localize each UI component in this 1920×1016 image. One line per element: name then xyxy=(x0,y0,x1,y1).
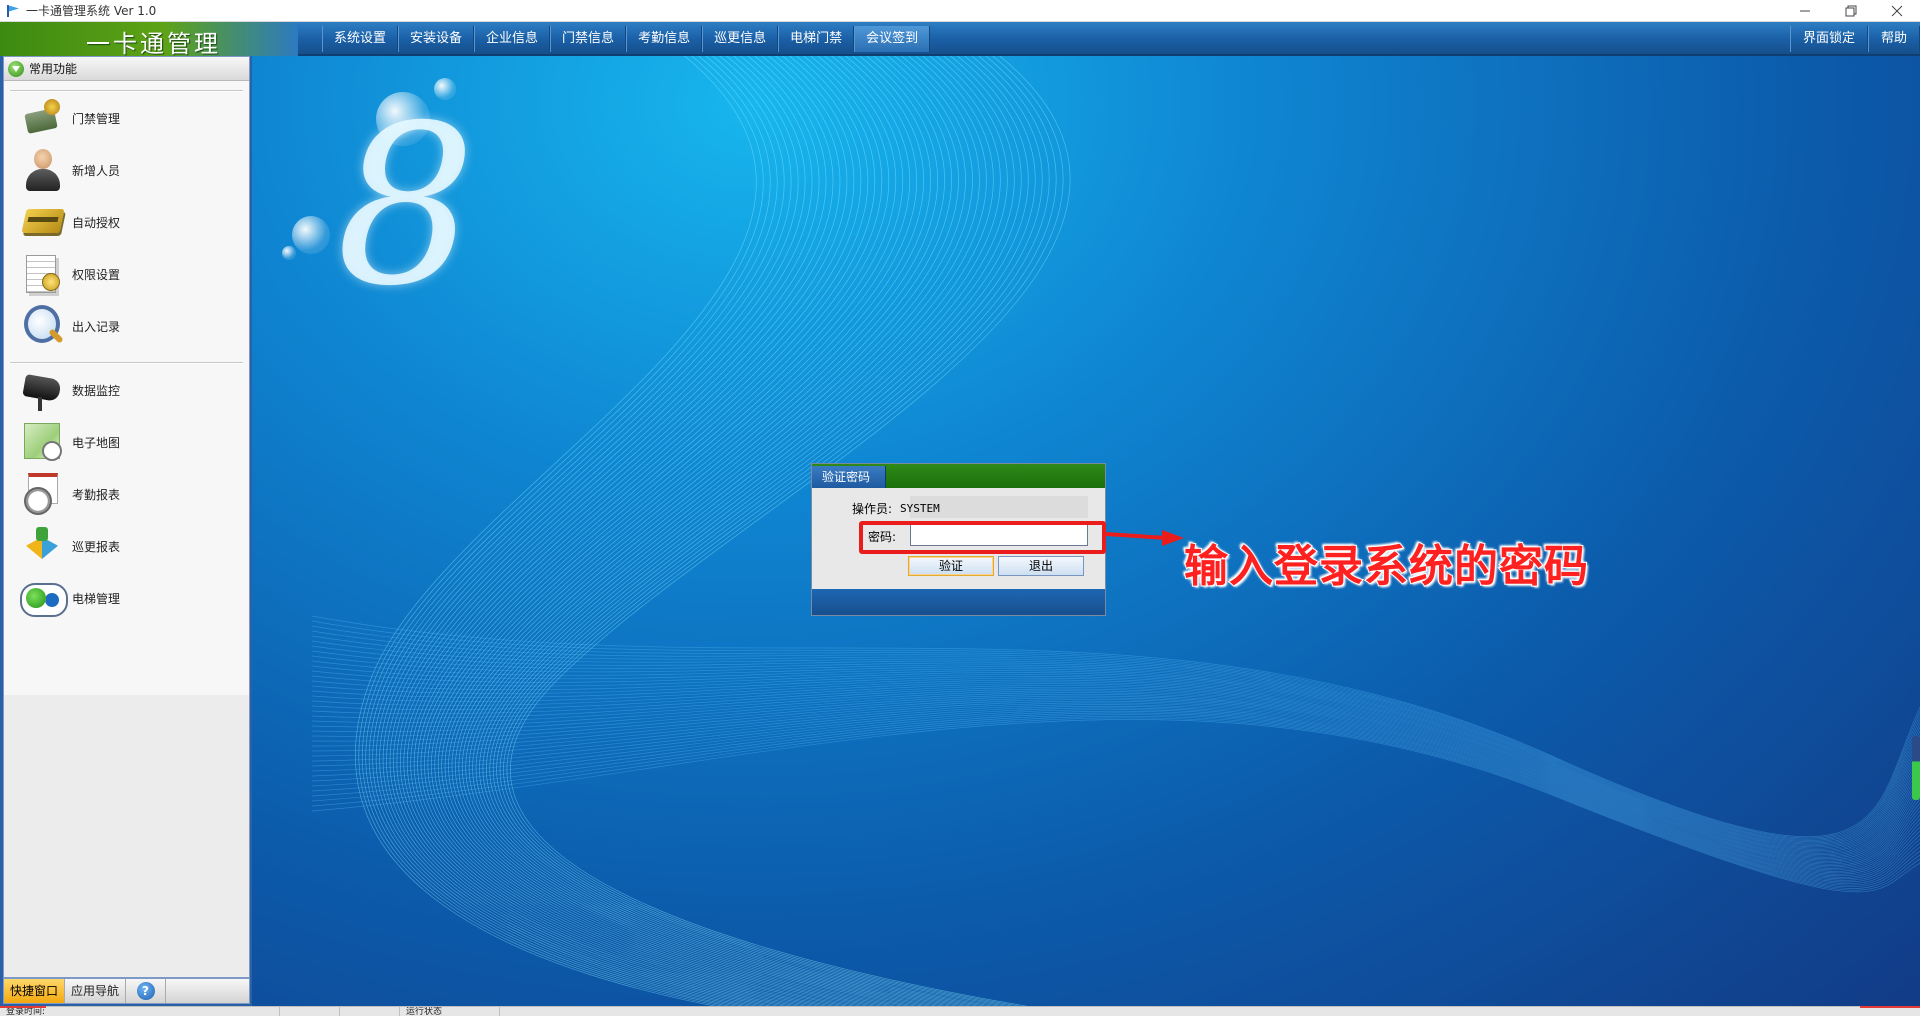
sidebar-item-label: 门禁管理 xyxy=(72,111,121,126)
wave-line xyxy=(311,709,1920,883)
operator-label: 操作员: xyxy=(852,502,893,516)
main-workspace: 8 验证密码 操作员: SYSTEM 密码: 验证 退出 输入登录系统的密码 xyxy=(252,56,1920,1006)
menu-help[interactable]: 帮助 xyxy=(1867,26,1920,52)
menu-door-info[interactable]: 门禁信息 xyxy=(550,26,627,52)
bubble-decoration xyxy=(282,246,296,260)
sidebar-panel: 常用功能 门禁管理 新增人员 自动授权 权限设置 出入记录 数据监控 电子地图 … xyxy=(3,56,250,978)
document-icon xyxy=(20,251,66,297)
dialog-tab-verify-password[interactable]: 验证密码 xyxy=(812,466,886,488)
status-cell xyxy=(340,1007,400,1016)
verify-button[interactable]: 验证 xyxy=(908,556,994,576)
close-button[interactable] xyxy=(1874,0,1920,22)
wave-line xyxy=(311,615,1920,838)
menu-attendance-info[interactable]: 考勤信息 xyxy=(626,26,703,52)
door-access-icon xyxy=(20,95,66,141)
sidebar-item-label: 出入记录 xyxy=(72,319,121,334)
menu-lock-screen[interactable]: 界面锁定 xyxy=(1789,26,1868,52)
minimize-icon xyxy=(1800,10,1810,12)
sidebar-item-label: 考勤报表 xyxy=(72,487,121,502)
wave-line xyxy=(311,712,1920,886)
map-icon xyxy=(20,419,66,465)
wave-line xyxy=(311,719,1920,893)
dialog-footer xyxy=(812,589,1105,615)
window-controls xyxy=(1782,0,1920,22)
menu-patrol-info[interactable]: 巡更信息 xyxy=(702,26,779,52)
tab-help[interactable]: ? xyxy=(126,979,167,1003)
sidebar-item-auto-authorize[interactable]: 自动授权 xyxy=(4,196,249,248)
menu-company-info[interactable]: 企业信息 xyxy=(474,26,551,52)
minimize-button[interactable] xyxy=(1782,0,1828,22)
status-cell xyxy=(280,1007,340,1016)
edge-scroll-indicator[interactable] xyxy=(1912,736,1920,800)
status-login-time: 登录时间: xyxy=(0,1007,280,1016)
camera-icon xyxy=(20,367,66,413)
wave-line xyxy=(407,56,862,1006)
menu-meeting-signin[interactable]: 会议签到 xyxy=(854,26,931,52)
clock-icon xyxy=(20,471,66,517)
menu-elevator-access[interactable]: 电梯门禁 xyxy=(778,26,855,52)
sidebar-item-label: 电梯管理 xyxy=(72,591,121,606)
tab-app-navigation[interactable]: 应用导航 xyxy=(65,979,127,1003)
brand-logo-8: 8 xyxy=(336,78,476,334)
window-titlebar: 一卡通管理系统 Ver 1.0 xyxy=(0,0,1920,22)
wave-line xyxy=(311,715,1920,889)
menu-right: 界面锁定 帮助 xyxy=(1789,26,1920,52)
menu-system-settings[interactable]: 系统设置 xyxy=(322,26,399,52)
menu-bar: 一卡通管理 系统设置 安装设备 企业信息 门禁信息 考勤信息 巡更信息 电梯门禁… xyxy=(0,22,1920,58)
menu-install-devices[interactable]: 安装设备 xyxy=(398,26,475,52)
sidebar-list: 门禁管理 新增人员 自动授权 权限设置 出入记录 数据监控 电子地图 考勤报表 … xyxy=(4,90,249,624)
bubble-decoration xyxy=(292,216,330,254)
sidebar-title: 常用功能 xyxy=(29,62,78,76)
app-flag-icon xyxy=(6,4,20,17)
sidebar-item-label: 权限设置 xyxy=(72,267,121,282)
status-indicator xyxy=(1860,1006,1920,1008)
status-run-state: 运行状态 xyxy=(400,1007,500,1016)
sidebar-item-data-monitor[interactable]: 数据监控 xyxy=(4,364,249,416)
sidebar-item-attendance-report[interactable]: 考勤报表 xyxy=(4,468,249,520)
wave-line xyxy=(311,700,1920,875)
wave-line xyxy=(311,688,1920,865)
tab-quick-window[interactable]: 快捷窗口 xyxy=(4,979,66,1003)
annotation-text: 输入登录系统的密码 xyxy=(1183,540,1589,593)
main-menu: 系统设置 安装设备 企业信息 门禁信息 考勤信息 巡更信息 电梯门禁 会议签到 xyxy=(322,26,931,52)
sidebar-item-label: 新增人员 xyxy=(72,163,121,178)
magnifier-icon xyxy=(20,303,66,349)
card-icon xyxy=(20,199,66,245)
close-icon xyxy=(1891,5,1903,17)
status-bar: 登录时间: 运行状态 xyxy=(0,1006,1920,1016)
sidebar-item-patrol-report[interactable]: 巡更报表 xyxy=(4,520,249,572)
elevator-icon xyxy=(20,575,68,621)
person-icon xyxy=(20,147,66,193)
exit-button[interactable]: 退出 xyxy=(998,556,1084,576)
sidebar: 常用功能 门禁管理 新增人员 自动授权 权限设置 出入记录 数据监控 电子地图 … xyxy=(0,56,252,1006)
sidebar-item-electronic-map[interactable]: 电子地图 xyxy=(4,416,249,468)
status-indicator xyxy=(0,1006,46,1008)
operator-row: 操作员: SYSTEM xyxy=(852,500,940,517)
sidebar-item-label: 自动授权 xyxy=(72,215,121,230)
restore-icon xyxy=(1845,5,1857,17)
sidebar-item-label: 巡更报表 xyxy=(72,539,121,554)
brand-title: 一卡通管理 xyxy=(86,30,221,58)
puzzle-icon xyxy=(20,523,66,569)
brand-banner: 一卡通管理 xyxy=(0,22,298,58)
operator-value: SYSTEM xyxy=(900,502,940,515)
sidebar-item-door-management[interactable]: 门禁管理 xyxy=(4,92,249,144)
window-title: 一卡通管理系统 Ver 1.0 xyxy=(26,4,157,18)
sidebar-item-label: 电子地图 xyxy=(72,435,121,450)
sidebar-item-elevator-management[interactable]: 电梯管理 xyxy=(4,572,249,624)
dialog-header: 验证密码 xyxy=(812,464,1105,488)
restore-button[interactable] xyxy=(1828,0,1874,22)
sidebar-item-access-records[interactable]: 出入记录 xyxy=(4,300,249,352)
sidebar-tabs: 快捷窗口 应用导航 ? xyxy=(3,978,250,1004)
sidebar-header[interactable]: 常用功能 xyxy=(4,57,249,81)
wave-line xyxy=(311,707,1920,881)
wave-line xyxy=(311,704,1920,878)
sidebar-item-permission-settings[interactable]: 权限设置 xyxy=(4,248,249,300)
wave-line xyxy=(311,697,1920,872)
chevron-down-icon[interactable] xyxy=(8,60,24,77)
help-icon: ? xyxy=(136,982,155,1000)
sidebar-item-add-person[interactable]: 新增人员 xyxy=(4,144,249,196)
sidebar-item-label: 数据监控 xyxy=(72,383,121,398)
password-highlight-box xyxy=(859,521,1106,554)
